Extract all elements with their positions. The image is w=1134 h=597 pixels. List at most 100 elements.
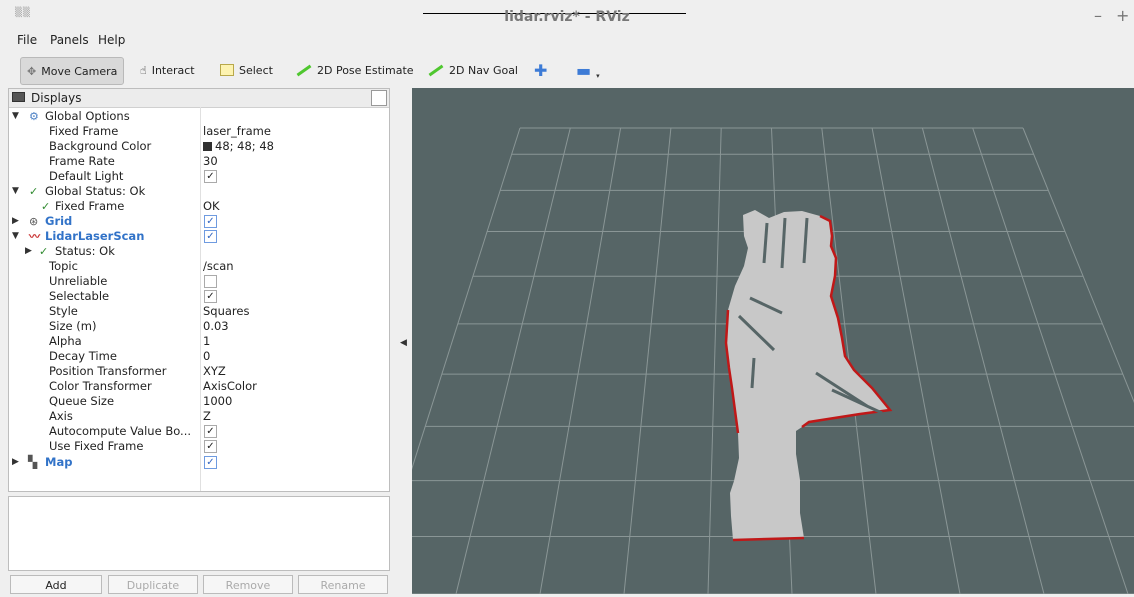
row-grid[interactable]: ▶ ⊛ Grid ✓ xyxy=(9,214,389,229)
row-use-fixed-frame[interactable]: Use Fixed Frame ✓ xyxy=(9,439,389,454)
property-value[interactable]: 30 xyxy=(203,154,218,169)
property-value[interactable]: XYZ xyxy=(203,364,226,379)
property-name: Frame Rate xyxy=(49,154,115,168)
row-autocompute[interactable]: Autocompute Value Bo... ✓ xyxy=(9,424,389,439)
grid-line xyxy=(921,127,1045,595)
nav-goal-label: 2D Nav Goal xyxy=(449,63,518,77)
selectable-checkbox[interactable]: ✓ xyxy=(204,290,217,303)
color-swatch xyxy=(203,142,212,151)
row-fixed-frame[interactable]: Fixed Frame laser_frame xyxy=(9,124,389,139)
render-viewport[interactable] xyxy=(371,88,1134,595)
property-value[interactable]: 48; 48; 48 xyxy=(203,139,274,154)
remove-tool-button[interactable]: ▬ ▾ xyxy=(576,57,600,83)
use-fixed-frame-checkbox[interactable]: ✓ xyxy=(204,440,217,453)
row-status-fixed-frame[interactable]: ✓ Fixed Frame OK xyxy=(9,199,389,214)
expand-right-icon[interactable]: ▶ xyxy=(12,455,19,470)
property-name: Autocompute Value Bo... xyxy=(49,424,192,438)
move-camera-icon: ✥ xyxy=(27,64,37,78)
autocompute-checkbox[interactable]: ✓ xyxy=(204,425,217,438)
row-color-transformer[interactable]: Color Transformer AxisColor xyxy=(9,379,389,394)
property-value[interactable]: laser_frame xyxy=(203,124,271,139)
row-selectable[interactable]: Selectable ✓ xyxy=(9,289,389,304)
property-value[interactable]: /scan xyxy=(203,259,234,274)
row-topic[interactable]: Topic /scan xyxy=(9,259,389,274)
property-name: Use Fixed Frame xyxy=(49,439,144,453)
property-value[interactable]: 0.03 xyxy=(203,319,229,334)
minimize-button[interactable]: – xyxy=(1094,6,1102,25)
render-scene[interactable] xyxy=(371,88,1134,595)
row-unreliable[interactable]: Unreliable xyxy=(9,274,389,289)
property-name: Selectable xyxy=(49,289,110,303)
interact-label: Interact xyxy=(151,63,195,77)
global-status-label: Global Status: Ok xyxy=(45,184,146,198)
property-name: Position Transformer xyxy=(49,364,167,378)
scan-region xyxy=(726,210,890,540)
row-global-status[interactable]: ▼ ✓ Global Status: Ok xyxy=(9,184,389,199)
rename-button[interactable]: Rename xyxy=(298,575,388,594)
row-lidar-status[interactable]: ▶ ✓ Status: Ok xyxy=(9,244,389,259)
map-enable-checkbox[interactable]: ✓ xyxy=(204,456,217,469)
gear-icon: ⚙ xyxy=(29,110,39,123)
displays-title: Displays xyxy=(31,91,82,105)
row-size[interactable]: Size (m) 0.03 xyxy=(9,319,389,334)
panel-float-button[interactable] xyxy=(371,90,387,106)
property-value[interactable]: Z xyxy=(203,409,211,424)
add-button[interactable]: Add xyxy=(10,575,102,594)
interact-button[interactable]: ☝ Interact xyxy=(140,57,195,83)
property-value[interactable]: 1 xyxy=(203,334,210,349)
row-frame-rate[interactable]: Frame Rate 30 xyxy=(9,154,389,169)
move-camera-button[interactable]: ✥ Move Camera xyxy=(20,57,125,85)
duplicate-button[interactable]: Duplicate xyxy=(108,575,198,594)
row-decay-time[interactable]: Decay Time 0 xyxy=(9,349,389,364)
grid-line xyxy=(871,127,961,595)
row-background-color[interactable]: Background Color 48; 48; 48 xyxy=(9,139,389,154)
row-axis[interactable]: Axis Z xyxy=(9,409,389,424)
minus-icon: ▬ xyxy=(576,60,592,80)
property-value[interactable]: 1000 xyxy=(203,394,232,409)
grid-icon: ⊛ xyxy=(29,215,39,228)
property-name: Fixed Frame xyxy=(55,199,125,213)
remove-button[interactable]: Remove xyxy=(203,575,293,594)
add-tool-button[interactable]: ✚ xyxy=(534,57,547,83)
collapse-left-icon[interactable]: ◀ xyxy=(400,338,407,348)
property-name: Size (m) xyxy=(49,319,97,333)
property-name: Background Color xyxy=(49,139,152,153)
grid-enable-checkbox[interactable]: ✓ xyxy=(204,215,217,228)
row-style[interactable]: Style Squares xyxy=(9,304,389,319)
menu-panels[interactable]: Panels xyxy=(50,33,89,47)
row-lidar-laser-scan[interactable]: ▼ 〰 LidarLaserScan ✓ xyxy=(9,229,389,244)
nav-goal-button[interactable]: 2D Nav Goal xyxy=(428,57,518,83)
expand-down-icon[interactable]: ▼ xyxy=(12,109,19,124)
row-position-transformer[interactable]: Position Transformer XYZ xyxy=(9,364,389,379)
row-alpha[interactable]: Alpha 1 xyxy=(9,334,389,349)
property-value[interactable]: AxisColor xyxy=(203,379,257,394)
property-name: Default Light xyxy=(49,169,124,183)
row-default-light[interactable]: Default Light ✓ xyxy=(9,169,389,184)
unreliable-checkbox[interactable] xyxy=(204,275,217,288)
row-global-options[interactable]: ▼ ⚙ Global Options xyxy=(9,109,389,124)
grid-line xyxy=(1022,127,1134,404)
menu-file[interactable]: File xyxy=(17,33,37,47)
grid-line xyxy=(539,127,622,595)
expand-right-icon[interactable]: ▶ xyxy=(12,214,19,229)
grid-line xyxy=(972,127,1129,595)
row-queue-size[interactable]: Queue Size 1000 xyxy=(9,394,389,409)
expand-right-icon[interactable]: ▶ xyxy=(25,244,32,259)
color-value: 48; 48; 48 xyxy=(215,139,274,153)
property-value[interactable]: Squares xyxy=(203,304,249,319)
row-map[interactable]: ▶ ▚ Map ✓ xyxy=(9,455,389,470)
menu-help[interactable]: Help xyxy=(98,33,125,47)
maximize-button[interactable]: + xyxy=(1116,6,1129,25)
scan-shadow xyxy=(750,357,756,389)
lidar-display-label: LidarLaserScan xyxy=(45,229,145,243)
lidar-enable-checkbox[interactable]: ✓ xyxy=(204,230,217,243)
expand-down-icon[interactable]: ▼ xyxy=(12,184,19,199)
default-light-checkbox[interactable]: ✓ xyxy=(204,170,217,183)
select-button[interactable]: Select xyxy=(220,57,273,83)
map-icon: ▚ xyxy=(28,455,38,469)
expand-down-icon[interactable]: ▼ xyxy=(12,229,19,244)
title-bar: ▒▒ lidar.rviz* - RViz – + xyxy=(0,0,1134,31)
pose-estimate-button[interactable]: 2D Pose Estimate xyxy=(296,57,414,83)
property-value[interactable]: 0 xyxy=(203,349,210,364)
menu-bar: File Panels Help xyxy=(0,31,1134,51)
